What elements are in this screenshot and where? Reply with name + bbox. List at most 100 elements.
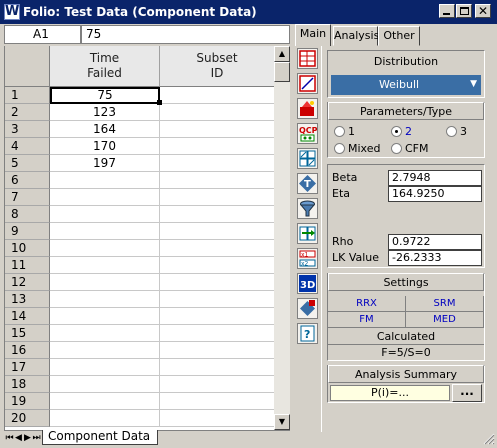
row-header[interactable]: 14	[5, 308, 50, 325]
cell-time-failed[interactable]: 197	[50, 155, 160, 172]
cell-subset-id[interactable]	[160, 138, 274, 155]
cell-subset-id[interactable]	[160, 376, 274, 393]
row-header[interactable]: 20	[5, 410, 50, 427]
row-header[interactable]: 8	[5, 206, 50, 223]
row-header[interactable]: 7	[5, 189, 50, 206]
cell-time-failed[interactable]	[50, 393, 160, 410]
setting-med[interactable]: MED	[406, 312, 484, 328]
scroll-thumb[interactable]	[274, 62, 290, 82]
3d-plot-icon[interactable]: 3D	[297, 273, 318, 294]
last-sheet-icon[interactable]: ⏭	[32, 432, 41, 444]
cell-time-failed[interactable]	[50, 342, 160, 359]
row-header[interactable]: 13	[5, 291, 50, 308]
cell-subset-id[interactable]	[160, 359, 274, 376]
transfer-life-data-icon[interactable]	[297, 223, 318, 244]
cell-value-input[interactable]: 75	[81, 25, 290, 44]
row-header[interactable]: 10	[5, 240, 50, 257]
cell-time-failed[interactable]	[50, 223, 160, 240]
setting-rrx[interactable]: RRX	[328, 296, 406, 312]
row-header[interactable]: 9	[5, 223, 50, 240]
tab-main[interactable]: Main	[295, 24, 331, 46]
cell-time-failed[interactable]	[50, 325, 160, 342]
cell-time-failed[interactable]: 170	[50, 138, 160, 155]
help-icon[interactable]: ?	[297, 323, 318, 344]
cell-time-failed[interactable]: 164	[50, 121, 160, 138]
tab-analysis[interactable]: Analysis	[333, 26, 379, 46]
diamond-tool-icon[interactable]	[297, 298, 318, 319]
row-header[interactable]: 12	[5, 274, 50, 291]
radio-param-2[interactable]: 2	[391, 125, 412, 138]
cell-subset-id[interactable]	[160, 274, 274, 291]
scroll-up-button[interactable]: ▲	[274, 46, 290, 62]
cell-time-failed[interactable]	[50, 376, 160, 393]
cell-subset-id[interactable]	[160, 240, 274, 257]
row-header[interactable]: 18	[5, 376, 50, 393]
row-header[interactable]: 6	[5, 172, 50, 189]
tab-other[interactable]: Other	[378, 26, 420, 46]
row-header[interactable]: 4	[5, 138, 50, 155]
cell-subset-id[interactable]	[160, 87, 274, 104]
more-options-button[interactable]: ...	[452, 384, 482, 402]
resize-grip-icon[interactable]	[482, 432, 495, 446]
cell-time-failed[interactable]	[50, 410, 160, 427]
analysis-summary-value[interactable]: P(i)=...	[330, 385, 450, 401]
data-sheet-icon[interactable]	[297, 48, 318, 69]
cell-subset-id[interactable]	[160, 393, 274, 410]
cell-subset-id[interactable]	[160, 410, 274, 427]
vertical-scrollbar[interactable]: ▲ ▼	[274, 46, 290, 430]
batch-plot-icon[interactable]	[297, 148, 318, 169]
row-header[interactable]: 15	[5, 325, 50, 342]
cell-reference-box[interactable]: A1	[4, 25, 81, 44]
first-sheet-icon[interactable]: ⏮	[5, 432, 14, 444]
row-header[interactable]: 1	[5, 87, 50, 104]
cell-subset-id[interactable]	[160, 189, 274, 206]
radio-mixed[interactable]: Mixed	[334, 142, 380, 155]
distribution-dropdown[interactable]: Weibull ▼	[331, 75, 481, 95]
cell-subset-id[interactable]	[160, 206, 274, 223]
fill-handle[interactable]	[157, 100, 162, 105]
row-header[interactable]: 5	[5, 155, 50, 172]
row-header[interactable]: 16	[5, 342, 50, 359]
cell-subset-id[interactable]	[160, 223, 274, 240]
cell-time-failed[interactable]	[50, 240, 160, 257]
cell-time-failed[interactable]	[50, 206, 160, 223]
cell-subset-id[interactable]	[160, 342, 274, 359]
cell-time-failed[interactable]	[50, 291, 160, 308]
setting-fm[interactable]: FM	[328, 312, 406, 328]
cell-time-failed[interactable]: 123	[50, 104, 160, 121]
row-header[interactable]: 17	[5, 359, 50, 376]
select-all-corner[interactable]	[5, 46, 50, 87]
cell-time-failed[interactable]	[50, 359, 160, 376]
cell-time-failed[interactable]	[50, 308, 160, 325]
minimize-button[interactable]	[439, 4, 455, 18]
sheet-tab-component-data[interactable]: Component Data	[42, 430, 158, 445]
cell-selected[interactable]: 75	[50, 87, 160, 104]
radio-cfm[interactable]: CFM	[391, 142, 429, 155]
row-header[interactable]: 11	[5, 257, 50, 274]
analytical-test-icon[interactable]: T	[297, 173, 318, 194]
filter-icon[interactable]	[297, 198, 318, 219]
cell-subset-id[interactable]	[160, 121, 274, 138]
row-header[interactable]: 2	[5, 104, 50, 121]
radio-param-1[interactable]: 1	[334, 125, 355, 138]
cell-subset-id[interactable]	[160, 172, 274, 189]
row-header[interactable]: 3	[5, 121, 50, 138]
prev-sheet-icon[interactable]: ◀	[14, 432, 23, 444]
row-header[interactable]: 19	[5, 393, 50, 410]
radio-param-3[interactable]: 3	[446, 125, 467, 138]
cell-subset-id[interactable]	[160, 155, 274, 172]
cell-subset-id[interactable]	[160, 308, 274, 325]
cell-time-failed[interactable]	[50, 257, 160, 274]
column-header-time-failed[interactable]: Time Failed	[50, 46, 160, 87]
cell-subset-id[interactable]	[160, 325, 274, 342]
setting-srm[interactable]: SRM	[406, 296, 484, 312]
cell-time-failed[interactable]	[50, 172, 160, 189]
plot-icon[interactable]	[297, 73, 318, 94]
cell-time-failed[interactable]	[50, 189, 160, 206]
cell-subset-id[interactable]	[160, 257, 274, 274]
maximize-button[interactable]	[456, 4, 472, 18]
qcp-calculator-icon[interactable]: QCP	[297, 123, 318, 144]
cell-subset-id[interactable]	[160, 291, 274, 308]
cell-time-failed[interactable]	[50, 274, 160, 291]
cell-subset-id[interactable]	[160, 104, 274, 121]
